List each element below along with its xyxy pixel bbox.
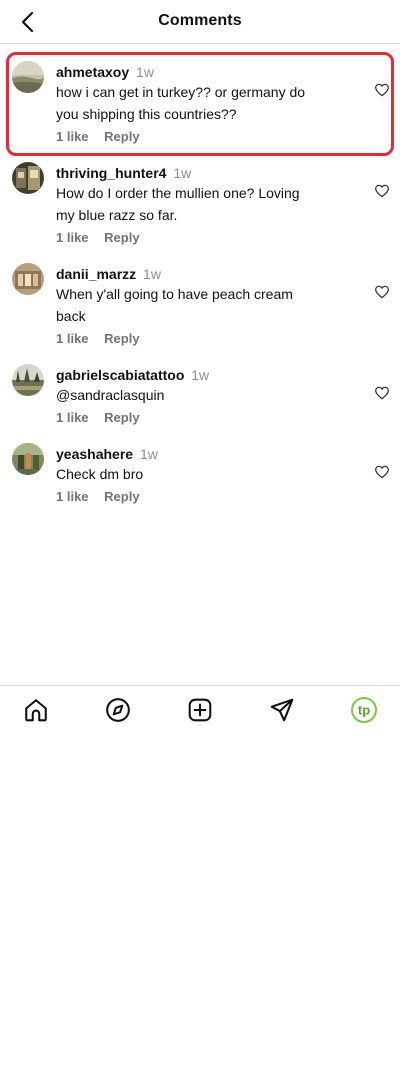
comment-username[interactable]: yeashahere — [56, 446, 133, 462]
comment-time: 1w — [191, 367, 210, 383]
comment-text: how i can get in turkey?? or germany do … — [56, 81, 346, 125]
comment-username[interactable]: thriving_hunter4 — [56, 165, 166, 181]
page-title: Comments — [158, 12, 242, 29]
avatar-image — [12, 263, 44, 295]
avatar[interactable] — [12, 162, 44, 194]
header: Comments — [0, 0, 400, 44]
reply-button[interactable]: Reply — [104, 410, 139, 425]
comment-text-line: you shipping this countries?? — [56, 106, 237, 122]
avatar-image — [12, 364, 44, 396]
comment-text-line: my blue razz so far. — [56, 207, 178, 223]
comment-time: 1w — [136, 64, 154, 80]
profile-initials: tp — [358, 703, 370, 718]
comment-username[interactable]: danii_marzz — [56, 266, 136, 282]
reply-button[interactable]: Reply — [104, 331, 139, 346]
like-count[interactable]: 1 like — [56, 230, 89, 245]
bottom-nav: tp — [0, 685, 400, 735]
explore-icon — [106, 698, 130, 722]
like-count[interactable]: 1 like — [56, 331, 89, 346]
like-count[interactable]: 1 like — [56, 410, 89, 425]
nav-direct[interactable] — [268, 696, 296, 724]
comment-text: Check dm bro — [56, 463, 346, 485]
comment-text-line: @sandraclasquin — [56, 387, 165, 403]
comment-time: 1w — [139, 446, 158, 462]
reply-button[interactable]: Reply — [104, 129, 139, 144]
comment-text: @sandraclasquin — [56, 384, 346, 406]
comment-text-line: How do I order the mullien one? Loving — [56, 185, 300, 201]
comment-text: How do I order the mullien one? Loving m… — [56, 182, 346, 226]
comment-text-line: how i can get in turkey?? or germany do — [56, 84, 306, 100]
heart-icon[interactable] — [374, 284, 390, 300]
nav-home[interactable] — [22, 696, 50, 724]
comment-text-line: When y'all going to have peach cream — [56, 286, 293, 302]
nav-create[interactable] — [186, 696, 214, 724]
comment-time: 1w — [143, 266, 161, 282]
avatar[interactable] — [12, 263, 44, 295]
comment-username[interactable]: gabrielscabiatattoo — [56, 367, 184, 383]
nav-explore[interactable] — [104, 696, 132, 724]
avatar-image — [12, 443, 44, 475]
avatar[interactable] — [12, 364, 44, 396]
home-icon — [25, 699, 47, 722]
reply-button[interactable]: Reply — [104, 230, 139, 245]
comment-username[interactable]: ahmetaxoy — [56, 64, 129, 80]
nav-profile[interactable]: tp — [350, 696, 378, 724]
heart-icon[interactable] — [374, 385, 390, 401]
like-count[interactable]: 1 like — [56, 129, 89, 144]
reply-button[interactable]: Reply — [104, 489, 139, 504]
direct-icon — [270, 698, 294, 722]
heart-icon[interactable] — [374, 464, 390, 480]
comment-text-line: back — [56, 308, 86, 324]
avatar-image — [12, 162, 44, 194]
comment-text-line: Check dm bro — [56, 466, 144, 482]
profile-icon: tp — [351, 697, 377, 723]
avatar[interactable] — [12, 443, 44, 475]
comment-time: 1w — [173, 165, 192, 181]
heart-icon[interactable] — [374, 82, 390, 98]
create-icon — [188, 698, 212, 722]
like-count[interactable]: 1 like — [56, 489, 89, 504]
heart-icon[interactable] — [374, 183, 390, 199]
avatar[interactable] — [12, 61, 44, 93]
avatar-image — [12, 61, 44, 93]
comment-text: When y'all going to have peach cream bac… — [56, 283, 346, 327]
